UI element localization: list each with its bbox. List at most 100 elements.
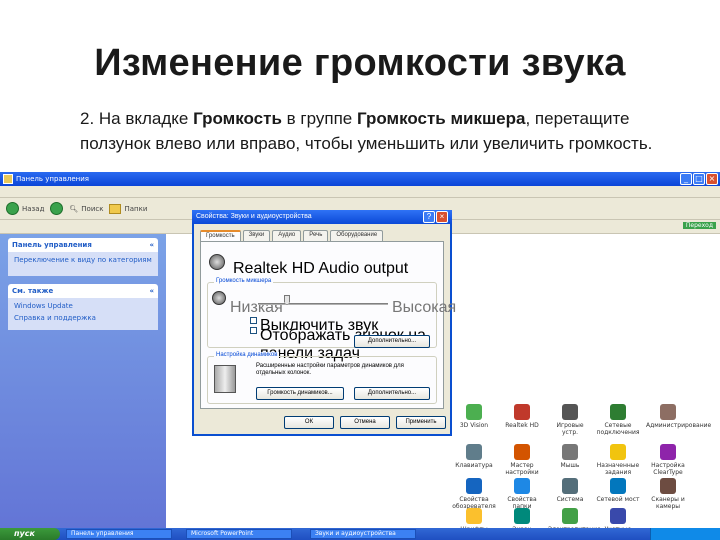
dialog-title: Свойства: Звуки и аудиоустройства	[196, 213, 312, 220]
panel-title: См. также	[12, 287, 54, 295]
back-arrow-icon	[6, 202, 19, 215]
back-label: Назад	[22, 204, 45, 213]
tray-icon-checkbox[interactable]	[250, 327, 257, 334]
applet-label: 3D Vision	[459, 422, 489, 429]
taskbar-item[interactable]: Microsoft PowerPoint	[186, 529, 292, 539]
panel-title: Панель управления	[12, 241, 92, 249]
control-panel-item[interactable]: Система	[548, 478, 592, 503]
instruction-mid: в группе	[281, 109, 357, 128]
control-panel-item[interactable]: 3D Vision	[452, 404, 496, 429]
forward-arrow-icon	[50, 202, 64, 215]
search-label: Поиск	[81, 204, 104, 213]
mixer-volume-group: Громкость микшера Низкая Высокая Выключи…	[207, 278, 456, 362]
go-button[interactable]: Переход	[682, 222, 716, 229]
applet-icon	[466, 404, 482, 420]
dialog-close-button[interactable]: ×	[436, 211, 448, 223]
folder-icon	[109, 203, 122, 214]
control-panel-item[interactable]: Игровые устр.	[548, 404, 592, 436]
forward-button[interactable]	[50, 202, 64, 215]
search-button[interactable]: 🔍︎ Поиск	[69, 205, 103, 213]
applet-label: Сетевые подключения	[596, 422, 640, 436]
applet-icon	[514, 508, 530, 524]
low-label: Низкая	[230, 299, 283, 316]
close-button[interactable]: ×	[706, 173, 718, 185]
slide-title: Изменение громкости звука	[94, 42, 626, 84]
high-label: Высокая	[392, 299, 457, 316]
applet-icon	[610, 508, 626, 524]
speaker-group-label: Настройка динамиков	[214, 352, 280, 358]
search-icon: 🔍︎	[69, 204, 79, 213]
applet-icon	[660, 444, 676, 460]
mixer-advanced-button[interactable]: Дополнительно...	[354, 335, 430, 348]
speakers-icon	[214, 365, 236, 393]
applet-label: Realtek HD	[505, 422, 539, 429]
maximize-button[interactable]: □	[693, 173, 705, 185]
panel-header-see-also[interactable]: См. также «	[8, 284, 158, 298]
task-pane: Панель управления « Переключение к виду п…	[0, 234, 166, 528]
mixer-speaker-icon	[212, 291, 226, 305]
control-panel-item[interactable]: Сетевой мост	[596, 478, 640, 503]
applet-label: Мышь	[560, 462, 580, 469]
taskbar: пуск Панель управления Microsoft PowerPo…	[0, 528, 720, 540]
taskbar-item[interactable]: Звуки и аудиоустройства	[310, 529, 416, 539]
apply-button[interactable]: Применить	[396, 416, 446, 429]
applet-icon	[660, 478, 676, 494]
help-button[interactable]: ?	[423, 211, 435, 223]
applet-icon	[514, 478, 530, 494]
panel-header-control[interactable]: Панель управления «	[8, 238, 158, 252]
applet-label: Администрирование	[646, 422, 712, 429]
applet-label: Мастер настройки	[505, 462, 539, 476]
mute-checkbox[interactable]	[250, 317, 257, 324]
control-panel-item[interactable]: Настройка ClearType	[646, 444, 690, 476]
applet-icon	[610, 444, 626, 460]
applet-icon	[562, 444, 578, 460]
cancel-button[interactable]: Отмена	[340, 416, 390, 429]
system-tray	[650, 528, 720, 540]
dialog-titlebar[interactable]: Свойства: Звуки и аудиоустройства ? ×	[192, 210, 452, 224]
window-titlebar[interactable]: Панель управления _ □ ×	[0, 172, 720, 186]
sound-properties-dialog: Свойства: Звуки и аудиоустройства ? × Гро…	[192, 210, 456, 436]
collapse-icon[interactable]: «	[149, 287, 154, 295]
control-panel-item[interactable]: Клавиатура	[452, 444, 496, 469]
help-link[interactable]: Справка и поддержка	[14, 314, 152, 322]
speaker-volume-button[interactable]: Громкость динамиков...	[256, 387, 344, 400]
applet-label: Игровые устр.	[556, 422, 584, 436]
applet-label: Настройка ClearType	[651, 462, 685, 476]
control-panel-item[interactable]: Администрирование	[646, 404, 711, 429]
control-panel-icon	[3, 174, 13, 184]
speaker-advanced-button[interactable]: Дополнительно...	[354, 387, 430, 400]
ok-button[interactable]: ОК	[284, 416, 334, 429]
instruction-tab-name: Громкость	[193, 109, 282, 128]
menu-bar[interactable]	[0, 186, 720, 198]
collapse-icon[interactable]: «	[149, 241, 154, 249]
taskbar-item[interactable]: Панель управления	[66, 529, 172, 539]
switch-view-link[interactable]: Переключение к виду по категориям	[14, 256, 152, 264]
folders-button[interactable]: Папки	[109, 203, 147, 214]
windows-update-link[interactable]: Windows Update	[14, 302, 152, 310]
minimize-button[interactable]: _	[680, 173, 692, 185]
device-name: Realtek HD Audio output	[233, 260, 409, 277]
applet-icon	[660, 404, 676, 420]
applet-icon	[562, 508, 578, 524]
control-panel-item[interactable]: Назначенные задания	[596, 444, 640, 476]
control-panel-item[interactable]: Realtek HD	[500, 404, 544, 429]
applet-label: Сетевой мост	[596, 496, 640, 503]
control-panel-item[interactable]: Сканеры и камеры	[646, 478, 690, 510]
panel-body-control: Переключение к виду по категориям	[8, 252, 158, 276]
applet-icon	[514, 444, 530, 460]
speaker-settings-group: Настройка динамиков Расширенные настройк…	[207, 352, 437, 404]
start-button[interactable]: пуск	[0, 528, 60, 540]
control-panel-item[interactable]: Сетевые подключения	[596, 404, 640, 436]
slide-instruction: 2. На вкладке Громкость в группе Громкос…	[80, 106, 680, 156]
back-button[interactable]: Назад	[6, 202, 44, 215]
control-panel-item[interactable]: Свойства папки	[500, 478, 544, 510]
applet-icon	[466, 478, 482, 494]
speaker-description: Расширенные настройки параметров динамик…	[256, 363, 404, 376]
applet-icon	[466, 444, 482, 460]
volume-slider-track[interactable]	[258, 303, 388, 305]
panel-body-see-also: Windows Update Справка и поддержка	[8, 298, 158, 330]
mixer-group-label: Громкость микшера	[214, 278, 274, 284]
control-panel-item[interactable]: Мышь	[548, 444, 592, 469]
control-panel-item[interactable]: Мастер настройки	[500, 444, 544, 476]
control-panel-item[interactable]: Свойства обозревателя	[452, 478, 496, 510]
